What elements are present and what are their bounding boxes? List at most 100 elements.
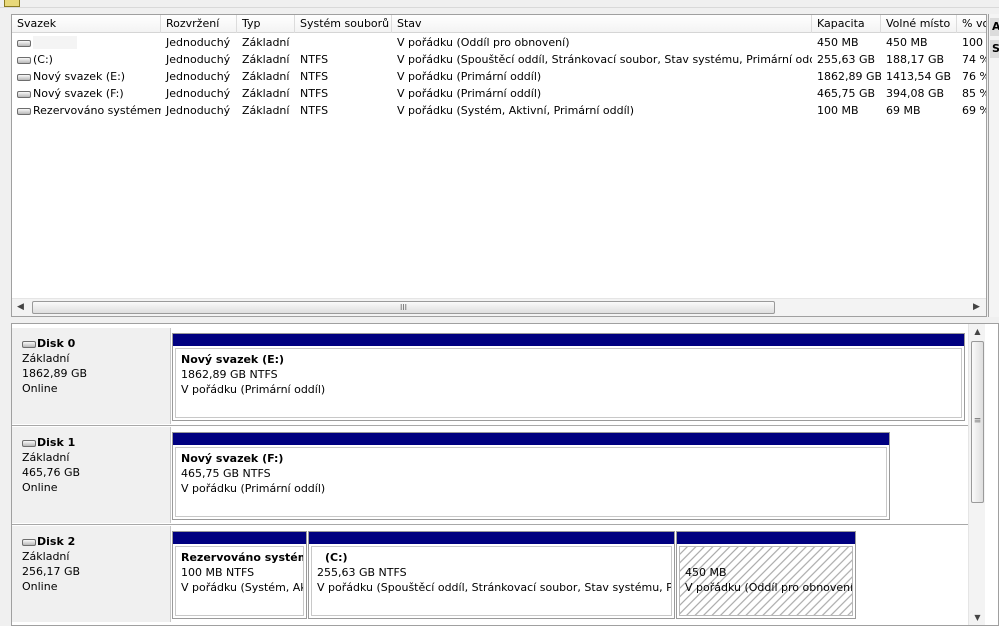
vertical-scrollbar[interactable]: ▲ ≡ ▼ bbox=[968, 324, 986, 625]
partition-bar bbox=[677, 532, 855, 544]
drive-icon bbox=[17, 108, 31, 115]
partition-size: 450 MB bbox=[685, 566, 727, 579]
disk-size: 465,76 GB bbox=[22, 466, 81, 479]
status-cell: V pořádku (Primární oddíl) bbox=[397, 70, 542, 83]
partition-e[interactable]: Nový svazek (E:) 1862,89 GB NTFS V pořád… bbox=[172, 333, 965, 421]
disk-title: Disk 0 bbox=[22, 336, 170, 351]
volume-cell: Rezervováno systémem bbox=[12, 102, 161, 119]
disk-state: Online bbox=[22, 580, 58, 593]
partition-status: V pořádku (Systém, Aktivní, Primární odd… bbox=[181, 581, 303, 594]
disk-type: Základní bbox=[22, 352, 70, 365]
partition-bar bbox=[309, 532, 674, 544]
volume-name: Nový svazek (E:) bbox=[33, 70, 126, 83]
type-cell: Základní bbox=[242, 53, 290, 66]
partition-bar bbox=[173, 433, 889, 445]
disk-graphical-view: Disk 0 Základní 1862,89 GB Online Nový s… bbox=[11, 323, 999, 626]
scroll-right-arrow-icon[interactable]: ▶ bbox=[968, 299, 985, 316]
free-cell: 450 MB bbox=[886, 36, 928, 49]
horizontal-scroll-thumb[interactable]: III bbox=[32, 301, 775, 314]
disk-type: Základní bbox=[22, 451, 70, 464]
disk-separator bbox=[12, 425, 970, 426]
disk-size: 256,17 GB bbox=[22, 565, 81, 578]
scroll-left-arrow-icon[interactable]: ◀ bbox=[12, 299, 29, 316]
layout-cell: Jednoduchý bbox=[166, 87, 231, 100]
partition-body: 450 MB V pořádku (Oddíl pro obnovení) bbox=[679, 546, 853, 616]
partition-body: Nový svazek (E:) 1862,89 GB NTFS V pořád… bbox=[175, 348, 962, 418]
col-header-filesystem[interactable]: Systém souborů bbox=[295, 15, 392, 33]
partition-name: Nový svazek (E:) bbox=[181, 353, 285, 366]
partition-recovery[interactable]: 450 MB V pořádku (Oddíl pro obnovení) bbox=[676, 531, 856, 619]
disk-management-icon bbox=[4, 0, 20, 7]
disk-icon bbox=[22, 341, 36, 348]
vertical-scroll-thumb[interactable]: ≡ bbox=[971, 341, 984, 503]
disk-row: Disk 1 Základní 465,76 GB Online Nový sv… bbox=[12, 427, 970, 525]
percent-cell: 74 % bbox=[962, 53, 986, 66]
capacity-cell: 100 MB bbox=[817, 104, 859, 117]
drive-icon bbox=[17, 40, 31, 47]
fs-cell: NTFS bbox=[300, 70, 329, 83]
volume-row[interactable]: Rezervováno systémem Jednoduchý Základní… bbox=[12, 102, 986, 119]
volume-row[interactable]: Nový svazek (E:) Jednoduchý Základní NTF… bbox=[12, 68, 986, 85]
col-header-layout[interactable]: Rozvržení bbox=[161, 15, 237, 33]
type-cell: Základní bbox=[242, 70, 290, 83]
scroll-down-arrow-icon[interactable]: ▼ bbox=[969, 610, 986, 625]
col-header-status[interactable]: Stav bbox=[392, 15, 812, 33]
col-header-volume[interactable]: Svazek bbox=[12, 15, 161, 33]
percent-cell: 76 % bbox=[962, 70, 986, 83]
layout-cell: Jednoduchý bbox=[166, 104, 231, 117]
partition-c[interactable]: (C:) 255,63 GB NTFS V pořádku (Spouštěcí… bbox=[308, 531, 675, 619]
col-header-free-space[interactable]: Volné místo bbox=[881, 15, 957, 33]
partition-f[interactable]: Nový svazek (F:) 465,75 GB NTFS V pořádk… bbox=[172, 432, 890, 520]
action-tab-a[interactable]: A bbox=[990, 18, 999, 36]
horizontal-scrollbar[interactable]: ◀ III ▶ bbox=[12, 298, 986, 316]
partition-status: V pořádku (Spouštěcí oddíl, Stránkovací … bbox=[317, 581, 672, 594]
layout-cell: Jednoduchý bbox=[166, 70, 231, 83]
partition-size: 255,63 GB NTFS bbox=[317, 566, 407, 579]
percent-cell: 69 % bbox=[962, 104, 986, 117]
col-header-capacity[interactable]: Kapacita bbox=[812, 15, 881, 33]
disk-label[interactable]: Disk 1 Základní 465,76 GB Online bbox=[12, 427, 171, 523]
partition-name: Nový svazek (F:) bbox=[181, 452, 284, 465]
disk-size: 1862,89 GB bbox=[22, 367, 88, 380]
layout-cell: Jednoduchý bbox=[166, 53, 231, 66]
partition-bar bbox=[173, 334, 964, 346]
disk-icon bbox=[22, 440, 36, 447]
partition-body: Nový svazek (F:) 465,75 GB NTFS V pořádk… bbox=[175, 447, 887, 517]
volume-row[interactable]: Jednoduchý Základní V pořádku (Oddíl pro… bbox=[12, 34, 986, 51]
volume-row[interactable]: (C:) Jednoduchý Základní NTFS V pořádku … bbox=[12, 51, 986, 68]
volume-name-redacted bbox=[33, 36, 77, 49]
fs-cell: NTFS bbox=[300, 104, 329, 117]
partition-name: Rezervováno systémem bbox=[181, 551, 303, 564]
volume-name: Nový svazek (F:) bbox=[33, 87, 124, 100]
drive-icon bbox=[17, 57, 31, 64]
free-cell: 394,08 GB bbox=[886, 87, 945, 100]
status-cell: V pořádku (Primární oddíl) bbox=[397, 87, 542, 100]
partition-status: V pořádku (Primární oddíl) bbox=[181, 383, 326, 396]
disk-name: Disk 1 bbox=[37, 436, 76, 449]
disk-label[interactable]: Disk 0 Základní 1862,89 GB Online bbox=[12, 328, 171, 424]
partition-status: V pořádku (Oddíl pro obnovení) bbox=[685, 581, 853, 594]
percent-cell: 85 % bbox=[962, 87, 986, 100]
disk-name: Disk 0 bbox=[37, 337, 76, 350]
volume-cell: (C:) bbox=[12, 51, 161, 68]
disk-state: Online bbox=[22, 481, 58, 494]
volume-list: Svazek Rozvržení Typ Systém souborů Stav… bbox=[11, 14, 987, 317]
disk-row: Disk 0 Základní 1862,89 GB Online Nový s… bbox=[12, 328, 970, 426]
disk-title: Disk 1 bbox=[22, 435, 170, 450]
col-header-type[interactable]: Typ bbox=[237, 15, 295, 33]
partition-system-reserved[interactable]: Rezervováno systémem 100 MB NTFS V pořád… bbox=[172, 531, 307, 619]
partition-body: (C:) 255,63 GB NTFS V pořádku (Spouštěcí… bbox=[311, 546, 672, 616]
drive-icon bbox=[17, 91, 31, 98]
partition-size: 100 MB NTFS bbox=[181, 566, 255, 579]
volume-list-header: Svazek Rozvržení Typ Systém souborů Stav… bbox=[12, 15, 986, 33]
disk-name: Disk 2 bbox=[37, 535, 76, 548]
volume-row[interactable]: Nový svazek (F:) Jednoduchý Základní NTF… bbox=[12, 85, 986, 102]
col-header-percent-free[interactable]: % vo bbox=[957, 15, 986, 33]
partition-size: 1862,89 GB NTFS bbox=[181, 368, 278, 381]
partition-bar bbox=[173, 532, 306, 544]
disk-label[interactable]: Disk 2 Základní 256,17 GB Online bbox=[12, 526, 171, 622]
action-tab-s[interactable]: S bbox=[990, 40, 999, 58]
disk-state: Online bbox=[22, 382, 58, 395]
scroll-up-arrow-icon[interactable]: ▲ bbox=[969, 324, 986, 340]
free-cell: 1413,54 GB bbox=[886, 70, 952, 83]
